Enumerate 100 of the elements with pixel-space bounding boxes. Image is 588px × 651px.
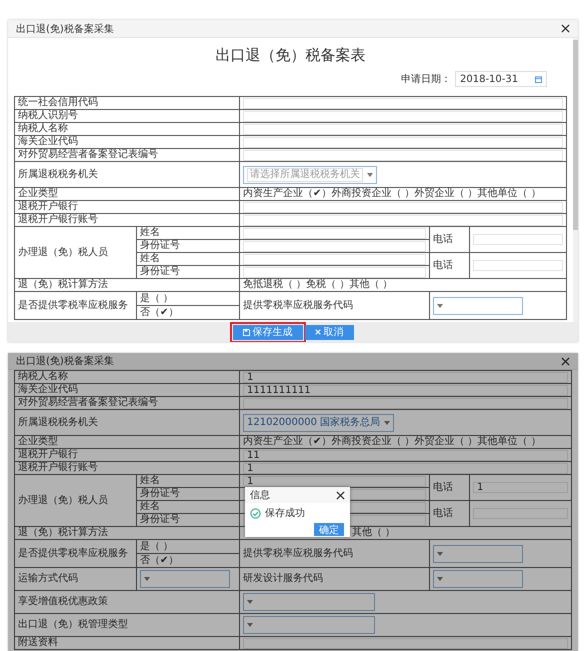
dialog-title: 出口退(免)税备案采集 [16, 354, 114, 368]
caret-icon [437, 577, 443, 581]
input-field[interactable] [243, 110, 563, 122]
dropdown[interactable] [140, 570, 230, 588]
option-list: 内资生产企业（✔）外商投资企业（ ）外贸企业（ ）其他单位（ ） [240, 436, 572, 449]
field-label: 办理退（免）税人员 [15, 227, 137, 279]
option-list: 内资生产企业（✔）外商投资企业（ ）外贸企业（ ）其他单位（ ） [240, 188, 567, 201]
dropdown[interactable] [433, 570, 523, 588]
input-field[interactable] [243, 124, 563, 134]
field-label: 退税开户银行账号 [15, 462, 240, 475]
dropdown[interactable] [243, 616, 375, 634]
field-label: 电话 [430, 227, 470, 253]
close-icon [314, 329, 320, 335]
save-icon [242, 328, 250, 336]
dropdown[interactable] [433, 296, 523, 314]
field-label: 纳税人识别号 [15, 110, 240, 123]
field-label: 所属退税税务机关 [15, 162, 240, 188]
dropdown[interactable]: 12102000000 国家税务总局 [243, 414, 394, 432]
field-label: 纳税人名称 [15, 123, 240, 136]
field-label: 退税开户银行账号 [15, 214, 240, 227]
input-field[interactable] [243, 240, 426, 252]
field-label: 是（ ） [137, 292, 240, 306]
close-icon[interactable] [336, 490, 345, 500]
input-field[interactable] [243, 638, 568, 648]
field-label: 提供零税率应税服务代码 [240, 292, 430, 320]
field-label: 提供零税率应税服务代码 [240, 540, 430, 568]
field-label: 退税开户银行 [15, 449, 240, 462]
input-field[interactable]: 11 [243, 450, 568, 460]
field-label: 享受增值税优惠政策 [15, 591, 240, 614]
input-field[interactable] [243, 266, 426, 278]
input-field[interactable] [473, 234, 563, 245]
field-label: 所属退税税务机关 [15, 410, 240, 436]
dropdown[interactable] [433, 544, 523, 562]
input-field[interactable] [243, 98, 563, 108]
field-label: 姓名 [137, 475, 240, 488]
caret-icon [247, 623, 253, 627]
date-field[interactable]: 2018-10-31 [455, 71, 547, 87]
field-label: 身份证号 [137, 266, 240, 279]
input-field[interactable] [243, 136, 563, 148]
caret-icon [384, 420, 390, 424]
field-label: 身份证号 [137, 488, 240, 501]
message-title: 信息 [250, 488, 270, 502]
input-field[interactable]: 1 [243, 476, 426, 486]
field-label: 电话 [430, 253, 470, 279]
field-label: 出口退（免）税管理类型 [15, 614, 240, 637]
input-field[interactable] [243, 228, 426, 238]
field-label: 姓名 [137, 227, 240, 240]
input-field[interactable] [243, 254, 426, 264]
field-label: 退（免）税计算方法 [15, 279, 240, 292]
caret-icon [367, 172, 373, 176]
field-label: 办理退（免）税人员 [15, 475, 137, 527]
field-label: 姓名 [137, 501, 240, 514]
field-label: 运输方式代码 [15, 568, 137, 591]
dialog-title: 出口退(免)税备案采集 [16, 22, 114, 36]
field-label: 海关企业代码 [15, 384, 240, 397]
field-label: 电话 [430, 475, 470, 501]
input-field[interactable] [243, 202, 563, 212]
close-icon[interactable] [561, 356, 570, 366]
field-label: 电话 [430, 501, 470, 527]
field-label: 企业类型 [15, 436, 240, 449]
calendar-icon[interactable] [535, 76, 542, 82]
field-label: 退税开户银行 [15, 201, 240, 214]
field-label: 是（ ） [137, 540, 240, 554]
input-field[interactable]: 1 [243, 372, 568, 382]
field-label: 海关企业代码 [15, 136, 240, 149]
field-label: 否（✔） [137, 554, 240, 568]
field-label: 附送资料 [15, 637, 240, 650]
caret-icon [437, 304, 443, 308]
field-label: 是否提供零税率应税服务 [15, 292, 137, 320]
message-text: 保存成功 [265, 506, 305, 520]
field-label: 企业类型 [15, 188, 240, 201]
field-label: 是否提供零税率应税服务 [15, 540, 137, 568]
caret-icon [437, 552, 443, 556]
dropdown[interactable] [243, 593, 375, 611]
caret-icon [247, 600, 253, 604]
input-field[interactable] [473, 260, 563, 271]
field-label: 身份证号 [137, 240, 240, 253]
field-label: 身份证号 [137, 514, 240, 527]
field-label: 纳税人名称 [15, 371, 240, 384]
field-label: 退（免）税计算方法 [15, 527, 240, 540]
form-heading: 出口退（免）税备案表 [214, 45, 366, 66]
input-field[interactable] [243, 150, 563, 160]
input-field[interactable]: 1 [473, 482, 568, 493]
scrollbar-thumb[interactable] [573, 40, 578, 230]
input-field[interactable] [243, 398, 568, 408]
input-field[interactable]: 1 [243, 462, 568, 474]
close-icon[interactable] [561, 24, 570, 33]
field-label: 姓名 [137, 253, 240, 266]
field-label: 对外贸易经营者备案登记表编号 [15, 397, 240, 410]
field-label: 统一社会信用代码 [15, 97, 240, 110]
field-label: 对外贸易经营者备案登记表编号 [15, 149, 240, 162]
option-list: 免抵退税（ ）免税（ ）其他（ ） [240, 279, 567, 292]
option-list: 其他（ ） [352, 527, 396, 539]
field-label: 研发设计服务代码 [240, 568, 430, 591]
field-label: 否（✔） [137, 306, 240, 320]
check-circle-icon [250, 508, 261, 518]
input-field[interactable] [243, 214, 563, 226]
date-label: 申请日期： [401, 72, 451, 86]
input-field[interactable]: 1111111111 [243, 384, 568, 396]
caret-icon [144, 577, 150, 581]
